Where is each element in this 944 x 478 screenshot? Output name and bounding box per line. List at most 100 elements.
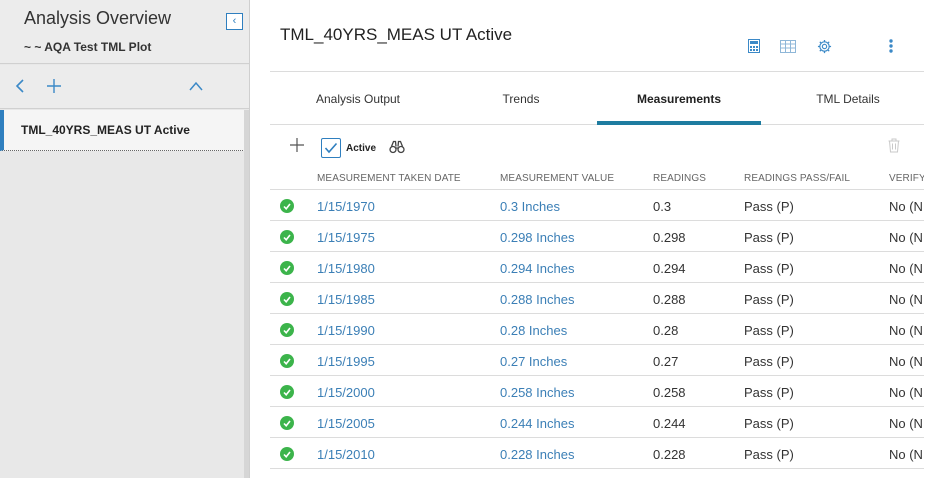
measurement-date-link[interactable]: 1/15/1990	[317, 323, 375, 338]
table-row[interactable]: 1/15/1985 0.288 Inches 0.288 Pass (P) No (N	[270, 283, 924, 314]
more-options-button[interactable]	[882, 38, 900, 54]
check-circle-icon	[280, 323, 294, 337]
verify-cell: No (N	[889, 447, 923, 462]
measurement-date-link[interactable]: 1/15/1985	[317, 292, 375, 307]
table-view-button[interactable]	[779, 38, 797, 54]
pass-fail-cell: Pass (P)	[744, 354, 794, 369]
readings-cell: 0.228	[653, 447, 686, 462]
table-icon	[780, 39, 796, 53]
sidebar-item-tml[interactable]: TML_40YRS_MEAS UT Active	[0, 110, 249, 151]
pass-fail-cell: Pass (P)	[744, 199, 794, 214]
pass-fail-cell: Pass (P)	[744, 230, 794, 245]
measurement-value-link[interactable]: 0.294 Inches	[500, 261, 574, 276]
sidebar-header: Analysis Overview ~ ~ AQA Test TML Plot …	[0, 0, 249, 64]
column-header-date[interactable]: MEASUREMENT TAKEN DATE	[317, 173, 461, 184]
plus-icon	[290, 138, 304, 152]
column-header-readings[interactable]: READINGS	[653, 173, 706, 184]
sidebar-subtitle: ~ ~ AQA Test TML Plot	[24, 40, 152, 54]
pass-fail-cell: Pass (P)	[744, 292, 794, 307]
measurement-date-link[interactable]: 1/15/1975	[317, 230, 375, 245]
find-button[interactable]	[389, 140, 407, 156]
readings-cell: 0.3	[653, 199, 672, 214]
trash-icon	[888, 138, 900, 153]
tab-trends[interactable]: Trends	[458, 72, 584, 125]
measurement-value-link[interactable]: 0.258 Inches	[500, 385, 574, 400]
collapse-sidebar-button[interactable]: ‹	[226, 13, 243, 30]
readings-cell: 0.27	[653, 354, 679, 369]
grid-toolbar: Active	[270, 126, 924, 170]
gear-icon	[817, 39, 831, 53]
pass-fail-cell: Pass (P)	[744, 323, 794, 338]
readings-cell: 0.298	[653, 230, 686, 245]
add-measurement-button[interactable]	[288, 136, 306, 154]
page-title: TML_40YRS_MEAS UT Active	[280, 25, 513, 44]
tab-tml-details[interactable]: TML Details	[782, 72, 914, 125]
measurement-date-link[interactable]: 1/15/1995	[317, 354, 375, 369]
verify-cell: No (N	[889, 416, 923, 431]
calculator-icon	[748, 39, 760, 53]
readings-cell: 0.258	[653, 385, 686, 400]
measurement-value-link[interactable]: 0.298 Inches	[500, 230, 574, 245]
verify-cell: No (N	[889, 354, 923, 369]
sidebar-scrollbar[interactable]	[244, 110, 249, 478]
table-row[interactable]: 1/15/2000 0.258 Inches 0.258 Pass (P) No (N	[270, 376, 924, 407]
add-button[interactable]	[43, 75, 65, 97]
table-row[interactable]: 1/15/1990 0.28 Inches 0.28 Pass (P) No (N	[270, 314, 924, 345]
sidebar: Analysis Overview ~ ~ AQA Test TML Plot …	[0, 0, 250, 478]
verify-cell: No (N	[889, 385, 923, 400]
measurement-date-link[interactable]: 1/15/2005	[317, 416, 375, 431]
measurement-value-link[interactable]: 0.228 Inches	[500, 447, 574, 462]
grid-body: 1/15/1970 0.3 Inches 0.3 Pass (P) No (N 1/15/…	[270, 190, 924, 469]
chevron-left-icon	[15, 79, 24, 93]
measurement-date-link[interactable]: 1/15/2000	[317, 385, 375, 400]
check-circle-icon	[280, 416, 294, 430]
check-circle-icon	[280, 385, 294, 399]
column-header-verify[interactable]: VERIFY	[889, 173, 924, 184]
active-filter-label: Active	[346, 143, 377, 154]
measurement-value-link[interactable]: 0.27 Inches	[500, 354, 567, 369]
chevron-up-icon	[189, 81, 203, 91]
check-circle-icon	[280, 447, 294, 461]
delete-button[interactable]	[888, 138, 904, 156]
grid-header: MEASUREMENT TAKEN DATE MEASUREMENT VALUE…	[270, 168, 924, 190]
sidebar-title: Analysis Overview	[24, 8, 172, 28]
active-filter-checkbox[interactable]	[321, 138, 341, 158]
tab-analysis-output[interactable]: Analysis Output	[290, 72, 426, 125]
pass-fail-cell: Pass (P)	[744, 261, 794, 276]
pass-fail-cell: Pass (P)	[744, 447, 794, 462]
table-row[interactable]: 1/15/1980 0.294 Inches 0.294 Pass (P) No (N	[270, 252, 924, 283]
check-circle-icon	[280, 199, 294, 213]
kebab-menu-icon	[889, 39, 893, 53]
check-circle-icon	[280, 230, 294, 244]
check-circle-icon	[280, 292, 294, 306]
main-panel: TML_40YRS_MEAS UT Active Analysis Output…	[270, 0, 944, 478]
readings-cell: 0.244	[653, 416, 686, 431]
measurement-date-link[interactable]: 1/15/1980	[317, 261, 375, 276]
back-button[interactable]	[9, 75, 31, 97]
measurement-date-link[interactable]: 1/15/1970	[317, 199, 375, 214]
measurement-value-link[interactable]: 0.288 Inches	[500, 292, 574, 307]
chevron-left-icon: ‹	[232, 15, 237, 27]
measurement-value-link[interactable]: 0.244 Inches	[500, 416, 574, 431]
readings-cell: 0.294	[653, 261, 686, 276]
calculator-button[interactable]	[745, 38, 763, 54]
table-row[interactable]: 1/15/1995 0.27 Inches 0.27 Pass (P) No (N	[270, 345, 924, 376]
settings-button[interactable]	[815, 38, 833, 54]
table-row[interactable]: 1/15/2005 0.244 Inches 0.244 Pass (P) No (N	[270, 407, 924, 438]
tab-bar: Analysis Output Trends Measurements TML …	[270, 72, 924, 125]
column-header-pass-fail[interactable]: READINGS PASS/FAIL	[744, 173, 850, 184]
table-row[interactable]: 1/15/1975 0.298 Inches 0.298 Pass (P) No (N	[270, 221, 924, 252]
verify-cell: No (N	[889, 199, 923, 214]
collapse-list-button[interactable]	[185, 75, 207, 97]
tab-measurements[interactable]: Measurements	[597, 72, 761, 125]
table-row[interactable]: 1/15/2010 0.228 Inches 0.228 Pass (P) No (N	[270, 438, 924, 469]
binoculars-icon	[389, 140, 405, 154]
measurement-date-link[interactable]: 1/15/2010	[317, 447, 375, 462]
measurement-value-link[interactable]: 0.3 Inches	[500, 199, 560, 214]
checkbox-checked-icon	[324, 142, 338, 154]
table-row[interactable]: 1/15/1970 0.3 Inches 0.3 Pass (P) No (N	[270, 190, 924, 221]
check-circle-icon	[280, 354, 294, 368]
column-header-value[interactable]: MEASUREMENT VALUE	[500, 173, 614, 184]
measurement-value-link[interactable]: 0.28 Inches	[500, 323, 567, 338]
sidebar-toolbar	[0, 65, 249, 109]
